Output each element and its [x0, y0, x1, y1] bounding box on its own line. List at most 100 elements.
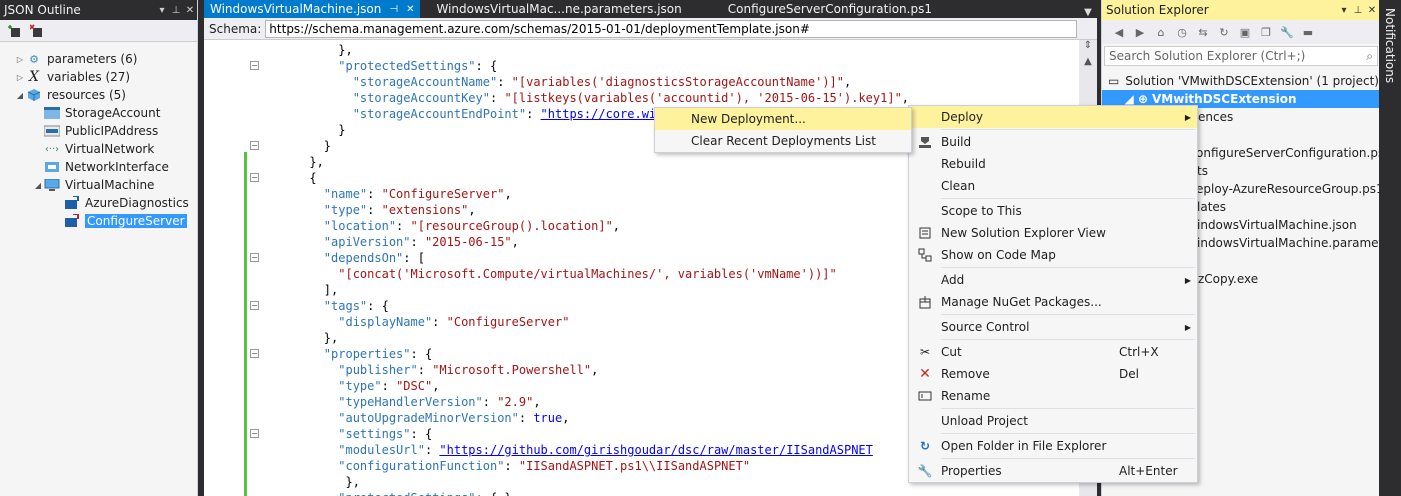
tree-node-public-ip-address[interactable]: PublicIPAddress [0, 122, 197, 140]
menu-item-clean[interactable]: Clean [909, 175, 1197, 197]
solution-icon: ▭ [1108, 74, 1120, 88]
solution-search-input[interactable]: Search Solution Explorer (Ctrl+;) ⌕ [1104, 46, 1378, 66]
fold-toggle-icon[interactable]: − [250, 253, 259, 262]
menu-label: Unload Project [941, 414, 1028, 428]
tree-node-virtual-network[interactable]: ‹··› VirtualNetwork [0, 140, 197, 158]
json-outline-title-bar: JSON Outline ▾ ⊥ ✕ [0, 0, 197, 20]
fold-toggle-icon[interactable]: − [250, 141, 259, 150]
add-resource-icon[interactable] [8, 24, 22, 38]
cube-icon [26, 88, 42, 102]
tree-node-parameters[interactable]: ▷ ⚙ parameters (6) [0, 50, 197, 68]
collapse-icon[interactable]: ◢ [14, 91, 26, 100]
json-outline-title: JSON Outline [4, 3, 81, 17]
menu-item-rebuild[interactable]: Rebuild [909, 153, 1197, 175]
solution-node-label: Solution 'VMwithDSCExtension' (1 project… [1125, 74, 1379, 88]
menu-label: Manage NuGet Packages... [941, 295, 1102, 309]
tree-node-label: ConfigureServer [85, 214, 187, 228]
menu-item-manage-nuget-packages[interactable]: Manage NuGet Packages... [909, 291, 1197, 313]
menu-separator [941, 314, 1195, 315]
search-icon[interactable]: ⌕ [1366, 49, 1373, 64]
fold-toggle-icon[interactable]: − [250, 301, 259, 310]
schema-input[interactable] [265, 19, 1077, 38]
tab-windows-virtual-machine-json[interactable]: WindowsVirtualMachine.json ⊣ ✕ [204, 0, 421, 18]
fold-toggle-icon[interactable]: − [250, 349, 259, 358]
close-tab-icon[interactable]: ✕ [406, 4, 414, 15]
show-all-files-icon[interactable]: ❐ [1259, 25, 1273, 39]
menu-item-deploy[interactable]: Deploy ▶ [909, 106, 1197, 128]
menu-item-source-control[interactable]: Source Control ▶ [909, 316, 1197, 338]
menu-item-show-on-code-map[interactable]: Show on Code Map [909, 244, 1197, 266]
split-icon[interactable]: ⇕ [1079, 40, 1097, 56]
menu-separator [941, 198, 1195, 199]
collapse-icon[interactable]: ◢ [32, 181, 44, 190]
tree-node-resources[interactable]: ◢ resources (5) [0, 86, 197, 104]
fold-toggle-icon[interactable]: − [250, 61, 259, 70]
submenu-item-clear-recent-deployments[interactable]: Clear Recent Deployments List [655, 130, 911, 152]
tree-node-label: VirtualNetwork [65, 142, 155, 156]
close-icon[interactable]: ✕ [183, 5, 197, 16]
node-label: indowsVirtualMachine.parameters [1197, 236, 1379, 250]
submenu-item-new-deployment[interactable]: New Deployment... [655, 108, 911, 130]
menu-label: Cut [941, 345, 962, 359]
menu-item-properties[interactable]: 🔧 Properties Alt+Enter [909, 460, 1197, 482]
tree-node-configure-server[interactable]: ConfigureServer [0, 212, 197, 230]
dropdown-icon[interactable]: ▾ [1337, 5, 1351, 16]
expand-icon[interactable]: ▷ [14, 73, 26, 82]
fold-toggle-icon[interactable]: − [250, 173, 259, 182]
menu-item-scope-to-this[interactable]: Scope to This [909, 200, 1197, 222]
expand-icon[interactable]: ▷ [14, 55, 26, 64]
tab-configure-server-ps1[interactable]: ConfigureServerConfiguration.ps1 [722, 0, 938, 18]
tree-node-storage-account[interactable]: StorageAccount [0, 104, 197, 122]
menu-label: Source Control [941, 320, 1030, 334]
node-label: lates [1197, 200, 1227, 214]
refresh-icon[interactable]: ↻ [1217, 25, 1231, 39]
wrench-icon: 🔧 [917, 464, 933, 478]
history-icon[interactable]: ◷ [1175, 25, 1189, 39]
nuget-icon [909, 295, 941, 309]
pin-icon[interactable]: ⊥ [1351, 5, 1365, 16]
tree-node-virtual-machine[interactable]: ◢ VirtualMachine [0, 176, 197, 194]
home-icon[interactable]: ⌂ [1154, 25, 1168, 39]
preview-icon[interactable]: ▬ [1301, 25, 1315, 39]
remove-resource-icon[interactable] [29, 23, 44, 38]
extension-icon [64, 196, 80, 210]
menu-item-add[interactable]: Add ▶ [909, 269, 1197, 291]
properties-wrench-icon[interactable]: 🔧 [1280, 25, 1294, 39]
tree-node-network-interface[interactable]: NetworkInterface [0, 158, 197, 176]
dropdown-icon[interactable]: ▾ [155, 5, 169, 16]
menu-item-cut[interactable]: ✂ Cut Ctrl+X [909, 341, 1197, 363]
menu-item-rename[interactable]: Rename [909, 385, 1197, 407]
change-indicator [244, 152, 247, 496]
tree-node-variables[interactable]: ▷ X variables (27) [0, 68, 197, 86]
node-label: indowsVirtualMachine.json [1197, 218, 1357, 232]
menu-item-unload-project[interactable]: Unload Project [909, 410, 1197, 432]
close-icon[interactable]: ✕ [1365, 5, 1379, 16]
menu-separator [941, 458, 1195, 459]
menu-label: Build [941, 135, 972, 149]
back-icon[interactable]: ◀ [1112, 25, 1126, 39]
menu-label: Clean [941, 179, 976, 193]
forward-icon[interactable]: ▶ [1133, 25, 1147, 39]
menu-label: Open Folder in File Explorer [941, 439, 1107, 453]
fold-toggle-icon[interactable]: − [250, 429, 259, 438]
pin-icon[interactable]: ⊣ [389, 4, 398, 15]
tree-node-azure-diagnostics[interactable]: AzureDiagnostics [0, 194, 197, 212]
menu-item-build[interactable]: Build [909, 131, 1197, 153]
tree-node-label: PublicIPAddress [65, 124, 159, 138]
tree-node-label: variables (27) [47, 70, 131, 84]
scroll-up-icon[interactable]: ▲ [1079, 56, 1097, 72]
sync-icon[interactable]: ⇆ [1196, 25, 1210, 39]
menu-label: Properties [941, 464, 1002, 478]
tab-parameters-json[interactable]: WindowsVirtualMac...ne.parameters.json [430, 0, 687, 18]
tab-overflow-dropdown-icon[interactable]: ▼ [1079, 7, 1097, 18]
menu-item-open-folder-in-file-explorer[interactable]: ↻ Open Folder in File Explorer [909, 435, 1197, 457]
menu-item-new-solution-explorer-view[interactable]: New Solution Explorer View [909, 222, 1197, 244]
tree-node-label: AzureDiagnostics [85, 196, 189, 210]
menu-item-remove[interactable]: ✕ Remove Del [909, 363, 1197, 385]
notifications-strip[interactable]: Notifications [1380, 0, 1401, 496]
outline-tree: ▷ ⚙ parameters (6) ▷ X variables (27) ◢ … [0, 42, 197, 230]
node-label: ts [1197, 164, 1208, 178]
collapse-all-icon[interactable]: ▣ [1238, 25, 1252, 39]
solution-node[interactable]: ▭ Solution 'VMwithDSCExtension' (1 proje… [1102, 72, 1379, 90]
pin-icon[interactable]: ⊥ [169, 5, 183, 16]
